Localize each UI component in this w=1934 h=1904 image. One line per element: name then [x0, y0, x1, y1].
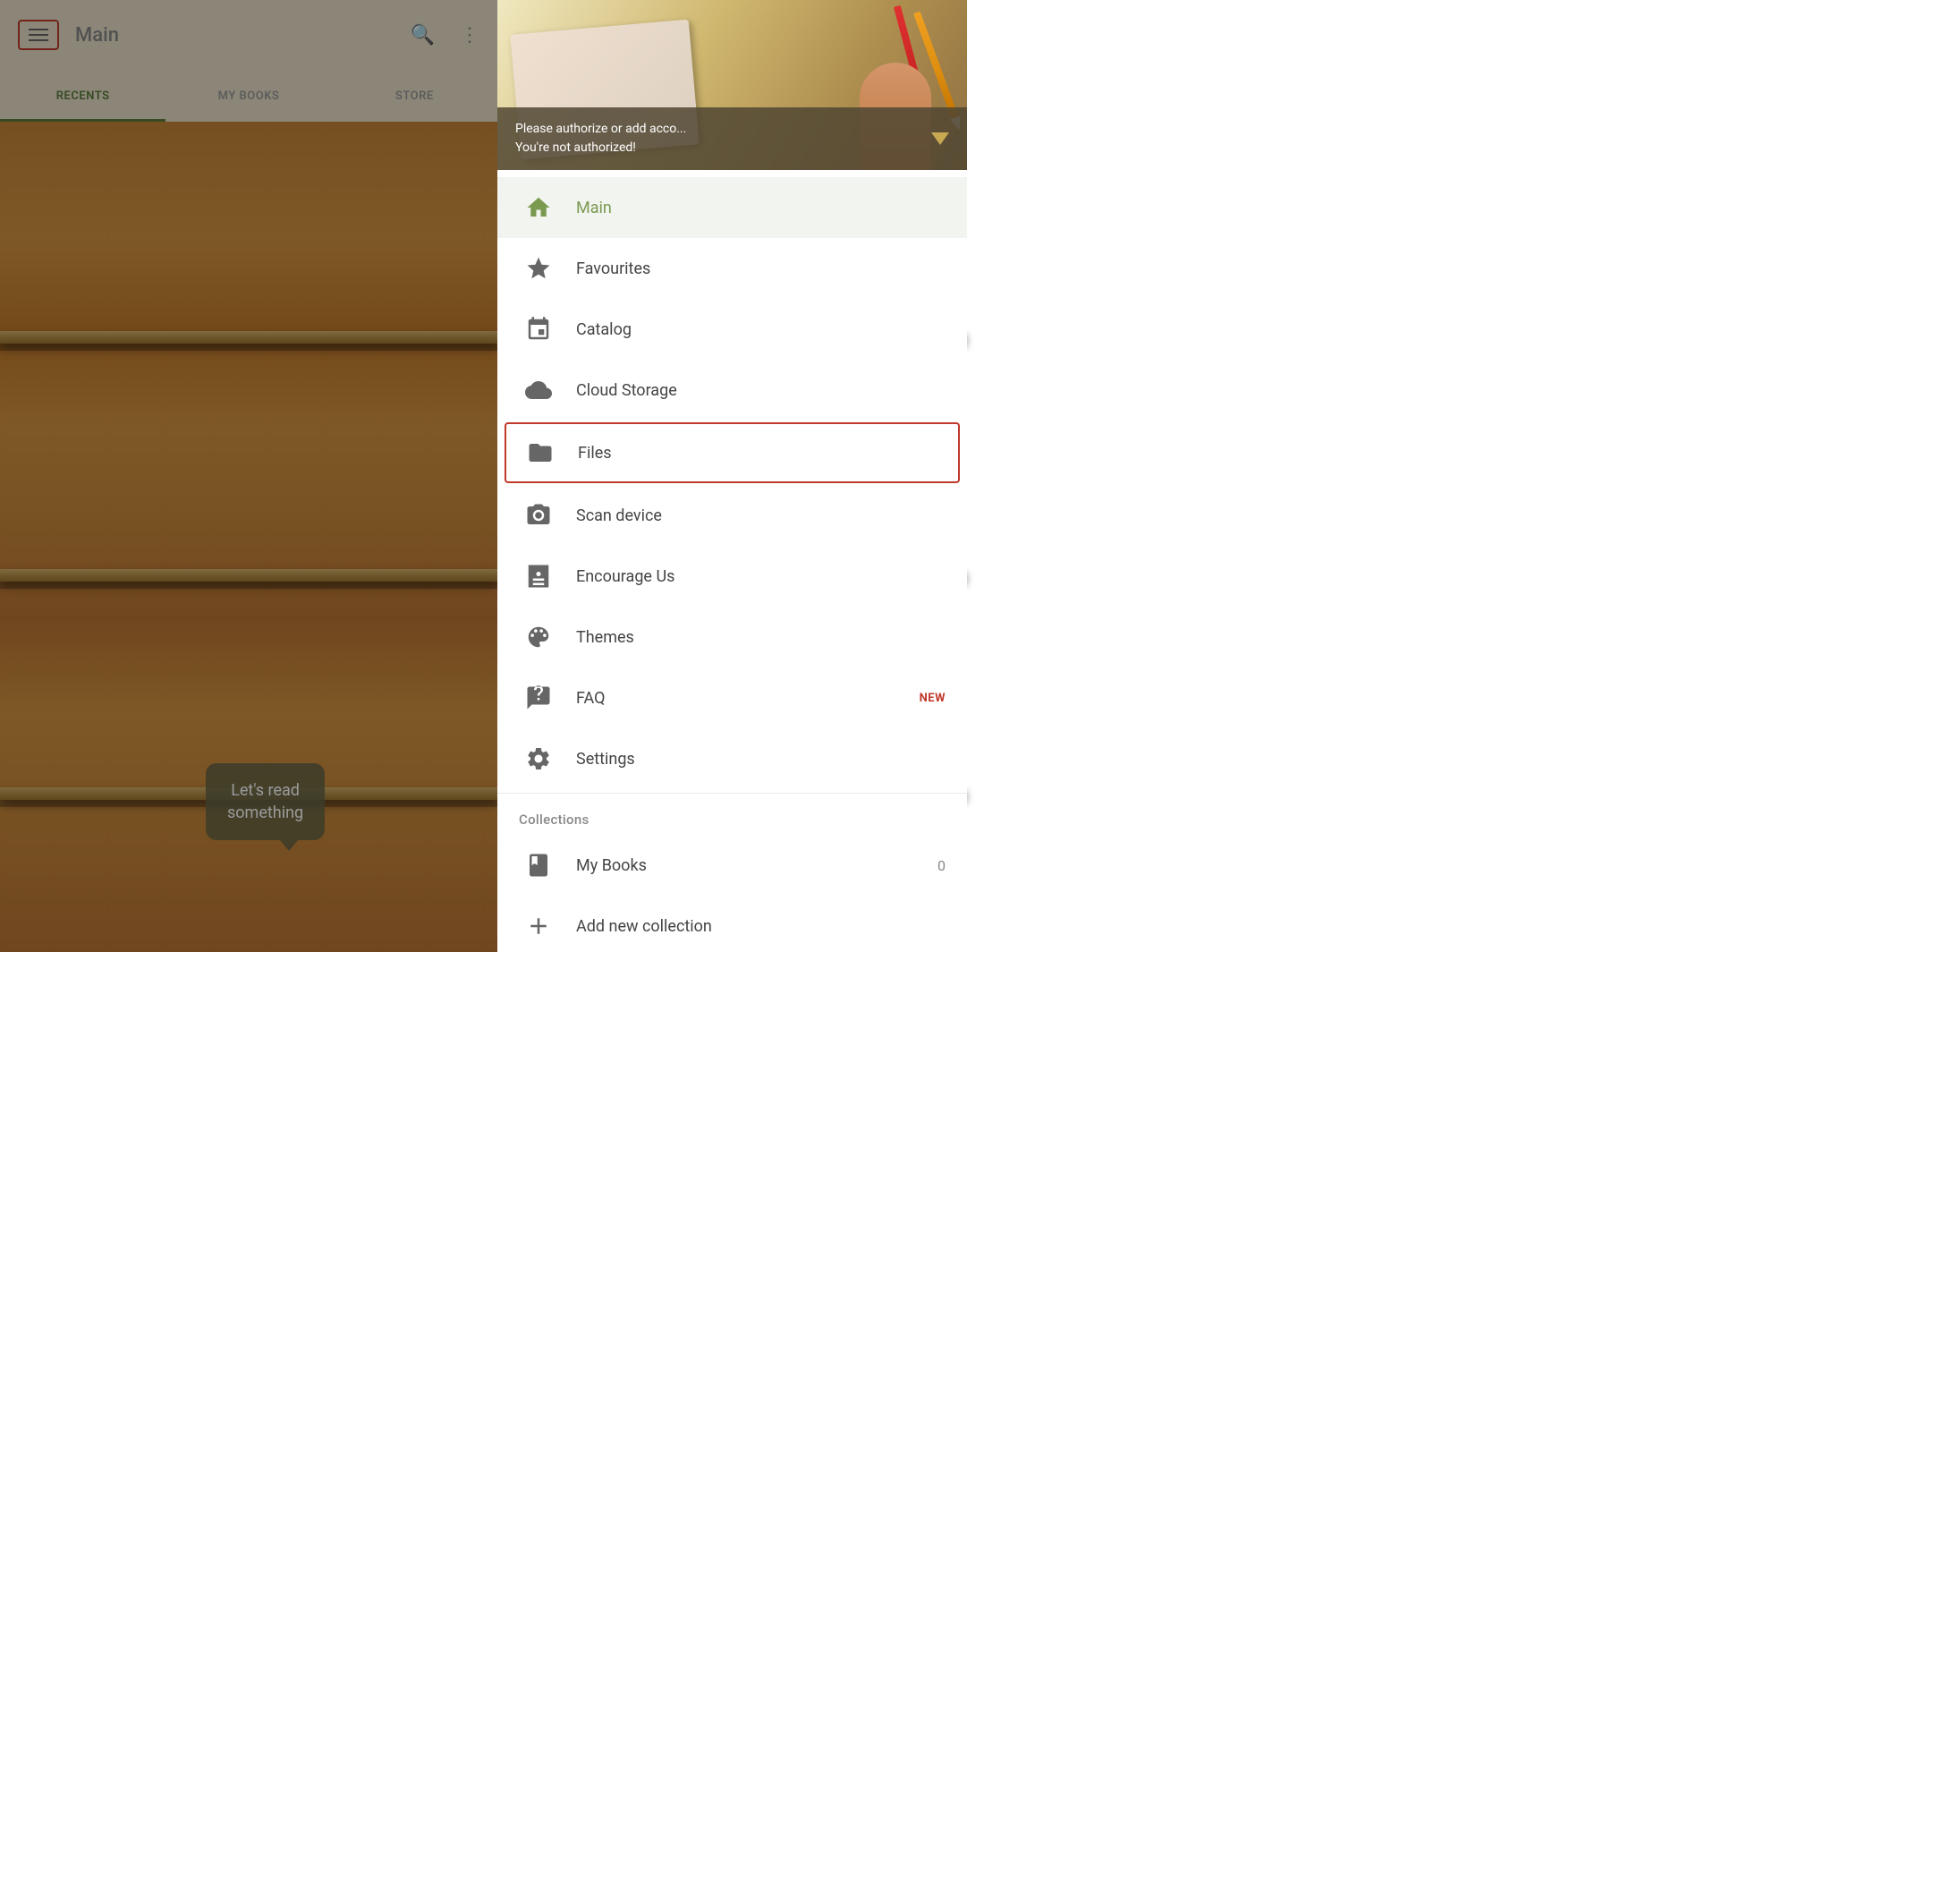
home-icon [519, 188, 558, 227]
drawer-menu: Main Favourites Catalog [497, 170, 967, 952]
menu-item-add-collection[interactable]: Add new collection [497, 896, 967, 952]
menu-label-themes: Themes [576, 628, 946, 647]
collections-section-header: Collections [497, 797, 967, 835]
catalog-icon [519, 310, 558, 349]
menu-label-cloud-storage: Cloud Storage [576, 381, 946, 400]
menu-item-files[interactable]: Files [505, 422, 960, 483]
menu-label-catalog: Catalog [576, 320, 946, 339]
folder-icon [521, 433, 560, 472]
cloud-icon [519, 370, 558, 410]
menu-item-scan-device[interactable]: Scan device [497, 485, 967, 546]
faq-icon [519, 678, 558, 718]
book-icon [519, 846, 558, 885]
auth-dropdown-arrow[interactable] [931, 132, 949, 145]
plus-icon [519, 906, 558, 946]
menu-divider [497, 793, 967, 794]
my-books-count: 0 [937, 857, 946, 874]
faq-new-badge: NEW [920, 692, 946, 705]
menu-item-cloud-storage[interactable]: Cloud Storage [497, 360, 967, 421]
menu-item-favourites[interactable]: Favourites [497, 238, 967, 299]
menu-label-faq: FAQ [576, 689, 920, 708]
menu-item-faq[interactable]: FAQ NEW [497, 667, 967, 728]
dollar-icon [519, 557, 558, 596]
menu-item-settings[interactable]: Settings [497, 728, 967, 789]
menu-item-themes[interactable]: Themes [497, 607, 967, 667]
palette-icon [519, 617, 558, 657]
menu-item-encourage-us[interactable]: Encourage Us [497, 546, 967, 607]
settings-icon [519, 739, 558, 778]
menu-item-my-books[interactable]: My Books 0 [497, 835, 967, 896]
menu-label-settings: Settings [576, 750, 946, 769]
menu-label-main: Main [576, 199, 946, 217]
auth-text: Please authorize or add acco... You're n… [515, 120, 686, 157]
drawer-header: Please authorize or add acco... You're n… [497, 0, 967, 170]
auth-notification[interactable]: Please authorize or add acco... You're n… [497, 107, 967, 170]
menu-item-catalog[interactable]: Catalog [497, 299, 967, 360]
menu-item-main[interactable]: Main [497, 177, 967, 238]
menu-label-favourites: Favourites [576, 259, 946, 278]
menu-label-my-books: My Books [576, 856, 937, 875]
menu-label-scan-device: Scan device [576, 506, 946, 525]
star-icon [519, 249, 558, 288]
menu-label-add-collection: Add new collection [576, 917, 946, 936]
navigation-drawer: Please authorize or add acco... You're n… [497, 0, 967, 952]
scan-icon [519, 496, 558, 535]
menu-label-encourage-us: Encourage Us [576, 567, 946, 586]
menu-label-files: Files [578, 444, 944, 463]
